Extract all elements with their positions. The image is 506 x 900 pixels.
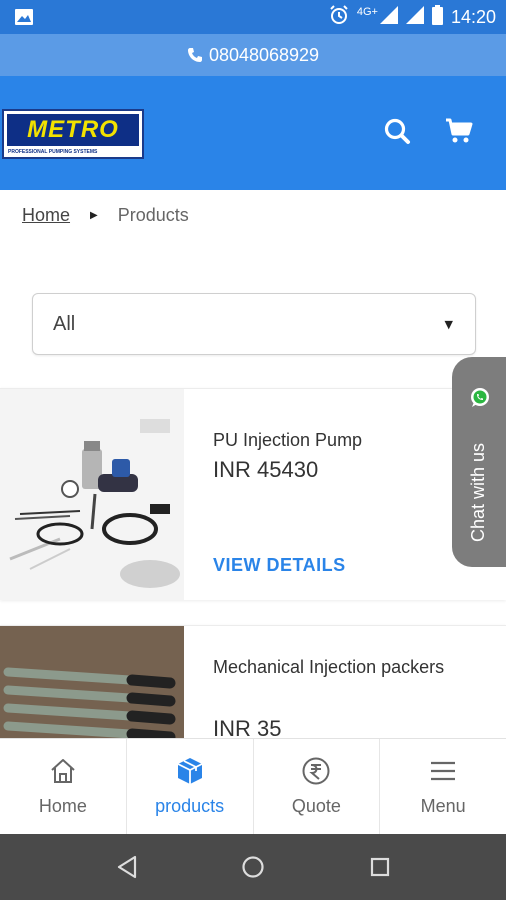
product-title[interactable]: PU Injection Pump <box>213 429 362 451</box>
nav-products[interactable]: products <box>127 739 254 834</box>
image-icon <box>15 9 33 29</box>
rupee-icon <box>301 756 331 790</box>
filter-selected-value: All <box>53 313 76 335</box>
status-bar: 4G+ 14:20 <box>0 0 506 34</box>
site-logo[interactable]: METRO PROFESSIONAL PUMPING SYSTEMS <box>2 109 144 159</box>
network-type: 4G+ <box>356 5 378 18</box>
product-title[interactable]: Mechanical Injection packers <box>213 656 444 678</box>
alarm-icon <box>329 5 349 30</box>
site-header: METRO PROFESSIONAL PUMPING SYSTEMS <box>0 76 506 190</box>
nav-home-label: Home <box>38 796 87 816</box>
whatsapp-icon <box>469 387 491 413</box>
breadcrumb-home-link[interactable]: Home <box>22 205 70 226</box>
nav-quote-label: Quote <box>291 796 341 816</box>
breadcrumb: Home ▶ Products <box>22 205 189 226</box>
breadcrumb-separator-icon: ▶ <box>90 210 98 221</box>
view-details-link[interactable]: VIEW DETAILS <box>213 555 346 576</box>
wifi-icon <box>405 6 424 29</box>
chat-with-us-tab[interactable]: Chat with us <box>452 357 506 567</box>
category-filter-select[interactable]: All ▼ <box>32 293 476 355</box>
search-icon[interactable] <box>380 114 414 148</box>
product-image[interactable] <box>0 626 184 745</box>
phone-bar[interactable]: 08048068929 <box>0 34 506 76</box>
cart-icon[interactable] <box>442 114 476 148</box>
signal-icon <box>379 6 398 29</box>
phone-icon <box>187 47 203 63</box>
product-image[interactable] <box>0 389 184 600</box>
menu-icon <box>428 756 458 790</box>
product-card[interactable]: PU Injection Pump INR 45430 VIEW DETAILS <box>0 388 506 600</box>
product-card[interactable]: Mechanical Injection packers INR 35 <box>0 625 506 745</box>
nav-products-label: products <box>155 796 225 816</box>
caret-down-icon: ▼ <box>444 318 453 331</box>
logo-tagline: PROFESSIONAL PUMPING SYSTEMS <box>8 149 98 155</box>
back-icon[interactable] <box>112 852 142 882</box>
nav-menu[interactable]: Menu <box>380 739 506 834</box>
box-icon <box>175 756 205 790</box>
breadcrumb-current: Products <box>117 205 189 225</box>
logo-text: METRO <box>27 116 119 143</box>
status-time: 14:20 <box>450 7 496 27</box>
home-circle-icon[interactable] <box>238 852 268 882</box>
system-navigation-bar <box>0 834 506 900</box>
recents-icon[interactable] <box>365 852 395 882</box>
chat-label: Chat with us <box>468 442 488 542</box>
nav-home[interactable]: Home <box>0 739 127 834</box>
bottom-nav: Home products Quote Menu <box>0 738 506 834</box>
logo-banner: METRO <box>7 114 139 146</box>
nav-quote[interactable]: Quote <box>254 739 381 834</box>
battery-icon <box>431 5 443 30</box>
nav-menu-label: Menu <box>420 796 466 816</box>
home-icon <box>48 756 78 790</box>
phone-number[interactable]: 08048068929 <box>209 45 319 66</box>
product-price: INR 45430 <box>213 457 319 482</box>
